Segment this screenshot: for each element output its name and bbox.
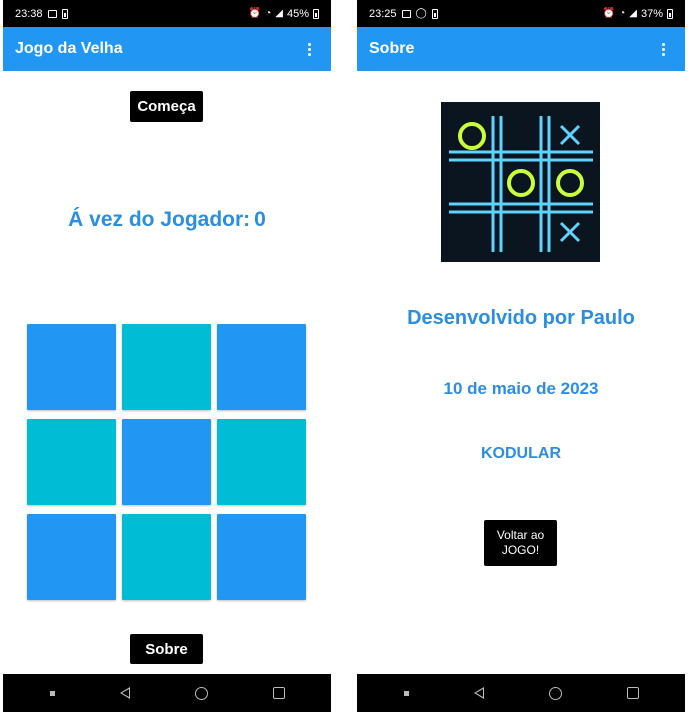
board-cell[interactable] (27, 514, 116, 600)
whatsapp-icon: ◯ (415, 7, 427, 19)
nav-back-icon[interactable] (119, 687, 130, 699)
tic-tac-toe-logo-image (441, 102, 600, 262)
turn-value: 0 (254, 208, 266, 231)
battery-percentage: 45% (286, 7, 309, 20)
board-cell[interactable] (217, 419, 306, 505)
alarm-icon: ⏰ (248, 7, 262, 19)
logo-o-mark (507, 169, 535, 197)
app-bar: Sobre (357, 27, 685, 71)
about-button[interactable]: Sobre (130, 634, 203, 664)
battery-percentage: 37% (640, 7, 663, 20)
nav-home-icon[interactable] (194, 686, 208, 700)
status-bar: 23:25 ◯ ⏰ ◔ ◢ 37% (357, 0, 685, 27)
platform-label: KODULAR (481, 445, 561, 462)
status-time: 23:25 (369, 7, 397, 20)
screenshot-stage: 23:38 ⏰ ◔ ◢ 45% Jogo da Velha Começa Á v… (0, 0, 688, 712)
start-button[interactable]: Começa (130, 91, 203, 122)
nav-home-icon[interactable] (548, 686, 562, 700)
nav-recents-icon[interactable] (272, 687, 285, 699)
signal-icon: ◢ (629, 7, 637, 19)
wifi-icon: ◔ (265, 7, 272, 19)
wifi-icon: ◔ (619, 7, 626, 19)
battery-icon (667, 8, 673, 19)
back-to-game-button[interactable]: Voltar ao JOGO! (484, 520, 557, 566)
board-cell[interactable] (122, 324, 211, 410)
battery-saver-icon (431, 8, 438, 19)
turn-label: Á vez do Jogador: (68, 208, 251, 231)
app-title: Jogo da Velha (15, 40, 123, 57)
nav-menu-icon[interactable] (403, 690, 409, 696)
nav-back-icon[interactable] (473, 687, 484, 699)
nav-bar (3, 674, 331, 712)
signal-icon: ◢ (275, 7, 283, 19)
app-title: Sobre (369, 40, 415, 57)
more-vert-icon[interactable] (299, 37, 319, 61)
board-cell[interactable] (122, 419, 211, 505)
board-cell[interactable] (27, 419, 116, 505)
neon-tic-tac-toe-icon (449, 116, 593, 252)
mail-notification-icon (401, 9, 411, 18)
board-cell[interactable] (27, 324, 116, 410)
nav-menu-icon[interactable] (49, 690, 55, 696)
app-bar: Jogo da Velha (3, 27, 331, 71)
more-vert-icon[interactable] (653, 37, 673, 61)
battery-icon (313, 8, 319, 19)
battery-saver-icon (61, 8, 68, 19)
game-board (27, 324, 307, 602)
release-date: 10 de maio de 2023 (443, 379, 599, 398)
board-cell[interactable] (217, 324, 306, 410)
logo-o-mark (556, 169, 584, 197)
alarm-icon: ⏰ (602, 7, 616, 19)
status-time: 23:38 (15, 7, 43, 20)
developer-credit: Desenvolvido por Paulo (407, 307, 635, 329)
turn-indicator: Á vez do Jogador: 0 (3, 208, 331, 232)
nav-recents-icon[interactable] (626, 687, 639, 699)
mail-notification-icon (47, 9, 57, 18)
nav-bar (357, 674, 685, 712)
board-cell[interactable] (122, 514, 211, 600)
phone-screen-about: 23:25 ◯ ⏰ ◔ ◢ 37% Sobre Desenvolvido por… (357, 0, 685, 712)
phone-screen-game: 23:38 ⏰ ◔ ◢ 45% Jogo da Velha Começa Á v… (3, 0, 331, 712)
board-cell[interactable] (217, 514, 306, 600)
status-bar: 23:38 ⏰ ◔ ◢ 45% (3, 0, 331, 27)
logo-o-mark (458, 122, 486, 150)
